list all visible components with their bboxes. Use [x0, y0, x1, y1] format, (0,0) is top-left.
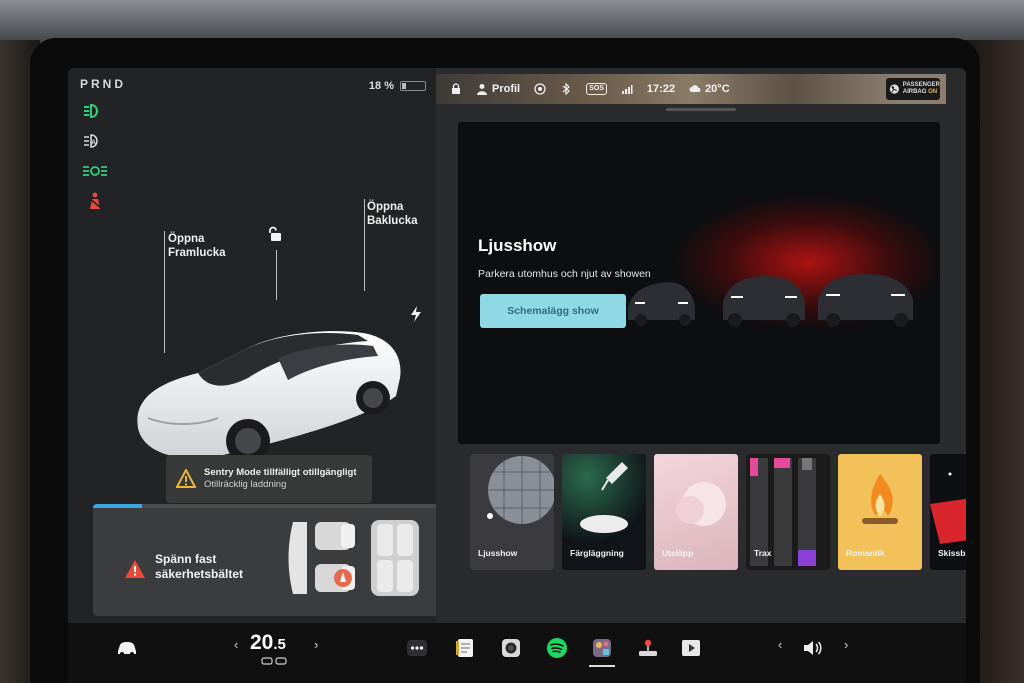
front-trunk-line1: Öppna [168, 233, 205, 245]
active-app-indicator [589, 665, 615, 667]
tile-label: Skissblock [938, 548, 966, 558]
volume-up-button[interactable]: › [844, 637, 848, 652]
sentry-alert-title: Sentry Mode tillfälligt otillgängligt [204, 467, 357, 478]
open-rear-trunk-button[interactable]: Öppna Baklucka [367, 200, 418, 228]
temp-up-button[interactable]: › [314, 637, 318, 652]
toybox-icon[interactable] [591, 637, 613, 659]
tile-label: Utsläpp [662, 548, 694, 558]
lock-status[interactable] [450, 83, 462, 95]
light-show-hero: Ljusshow Parkera utomhus och njut av sho… [458, 122, 940, 444]
battery-icon [400, 81, 426, 91]
profile-label: Profil [492, 83, 521, 95]
low-beam-icon [82, 102, 108, 120]
seat-heater-icon[interactable] [260, 657, 290, 665]
vehicle-illustration [137, 331, 401, 463]
tile-label: Trax [754, 548, 772, 558]
passenger-airbag-indicator: PASSENGER AIRBAG ON [886, 78, 940, 100]
notes-icon[interactable] [454, 637, 476, 659]
touchscreen: PRND 18 % A Öppna Framlucka Öppna Bakluc… [68, 68, 966, 683]
temp-decimal: .5 [273, 636, 286, 653]
svg-text:A: A [91, 140, 96, 147]
profile-button[interactable]: Profil [476, 83, 520, 95]
more-apps-icon[interactable] [406, 637, 428, 659]
sentry-eye-icon [534, 83, 546, 95]
auto-headlight-icon: A [82, 132, 108, 150]
temp-down-button[interactable]: ‹ [234, 637, 238, 652]
connectivity-status[interactable] [621, 83, 633, 95]
status-bar: Profil SOS 17:22 20°C PASSENGER AIRBAG O… [436, 74, 946, 104]
tile-sketchpad[interactable]: Skissblock [930, 454, 966, 570]
bluetooth-status[interactable] [560, 83, 572, 95]
theater-icon[interactable] [680, 637, 702, 659]
sentry-mode-alert: Sentry Mode tillfälligt otillgängligt Ot… [166, 455, 372, 503]
camera-icon[interactable] [500, 637, 522, 659]
time-label: 17:22 [646, 83, 676, 95]
seat-occupancy-diagram [288, 520, 419, 596]
lock-icon [452, 83, 460, 94]
gear-selector[interactable]: PRND [80, 77, 126, 91]
outside-temperature: 20°C [689, 83, 730, 95]
parking-lights-icon [82, 162, 108, 180]
tile-romance[interactable]: Romantik [838, 454, 922, 570]
battery-indicator: 18 % [369, 80, 426, 92]
arcade-icon[interactable] [637, 637, 659, 659]
signal-icon [621, 85, 633, 94]
tile-light-show[interactable]: Ljusshow [470, 454, 554, 570]
tile-label: Färgläggning [570, 548, 624, 558]
cloud-icon [689, 85, 701, 92]
tile-label: Ljusshow [478, 548, 518, 558]
car-icon[interactable] [116, 637, 138, 659]
tile-label: Romantik [846, 548, 885, 558]
schedule-show-button[interactable]: Schemalägg show [480, 294, 626, 328]
clock: 17:22 [647, 83, 675, 95]
battery-percent: 18 % [368, 80, 394, 92]
airbag-line2: AIRBAG [902, 89, 927, 95]
airbag-line1: PASSENGER [902, 82, 940, 88]
spotify-icon[interactable] [546, 637, 568, 659]
rear-trunk-line1: Öppna [367, 201, 404, 213]
seatbelt-warning-icon [82, 192, 108, 210]
front-trunk-line2: Framlucka [168, 247, 226, 259]
seatbelt-alert-line1: Spänn fast [155, 552, 217, 566]
seatbelt-alert-card[interactable]: Spänn fast säkerhetsbältet [93, 504, 443, 616]
volume-icon[interactable] [801, 637, 823, 659]
tile-emissions[interactable]: Utsläpp [654, 454, 738, 570]
panel-drag-handle[interactable] [666, 108, 736, 111]
seatbelt-alert-line2: säkerhetsbältet [155, 567, 244, 581]
sos-button[interactable]: SOS [586, 83, 607, 95]
light-show-cars-image [628, 274, 913, 327]
main-content-panel: Profil SOS 17:22 20°C PASSENGER AIRBAG O… [436, 68, 966, 623]
airbag-state: ON [928, 89, 938, 95]
volume-down-button[interactable]: ‹ [778, 637, 782, 652]
warning-icon [176, 469, 196, 488]
tile-colorizer[interactable]: Färgläggning [562, 454, 646, 570]
open-front-trunk-button[interactable]: Öppna Framlucka [168, 232, 226, 260]
toybox-carousel: Ljusshow Färgläggning Utsläpp Trax Roman… [470, 442, 966, 570]
unlock-icon[interactable] [266, 226, 282, 242]
alert-progress-bar [93, 504, 443, 508]
temp-whole: 20 [250, 631, 274, 654]
sentry-alert-subtitle: Otillräcklig laddning [204, 479, 287, 490]
bluetooth-icon [562, 83, 571, 95]
profile-icon [477, 84, 487, 95]
sentry-status[interactable] [534, 83, 546, 95]
airbag-icon [889, 84, 899, 94]
rear-trunk-line2: Baklucka [367, 215, 418, 227]
bottom-dock: ‹ 20.5 › ‹ › [68, 623, 966, 683]
outside-temp-label: 20°C [705, 83, 730, 95]
hero-title: Ljusshow [478, 236, 557, 255]
tile-trax[interactable]: Trax [746, 454, 830, 570]
warning-icon [125, 560, 145, 578]
cabin-temperature[interactable]: 20.5 [250, 631, 286, 655]
sos-label: SOS [586, 83, 607, 95]
